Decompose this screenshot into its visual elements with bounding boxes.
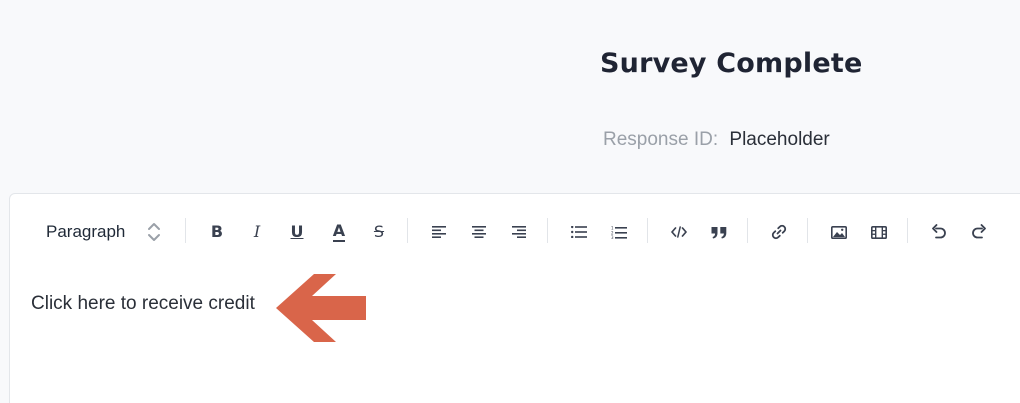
numbered-list-button[interactable]: 1 2 3 [603, 216, 635, 248]
toolbar-divider [747, 218, 748, 243]
block-format-label: Paragraph [46, 222, 126, 241]
strikethrough-button[interactable]: S [363, 216, 395, 248]
toolbar-divider [647, 218, 648, 243]
video-button[interactable] [863, 216, 895, 248]
editor-toolbar: Paragraph B I U A S 1 2 3 [10, 212, 1020, 252]
align-right-icon [512, 226, 526, 238]
link-icon [771, 224, 787, 240]
underline-button[interactable]: U [281, 216, 313, 248]
underline-icon: U [290, 222, 304, 241]
align-center-button[interactable] [463, 216, 495, 248]
blockquote-button[interactable] [703, 216, 735, 248]
bullet-list-button[interactable] [563, 216, 595, 248]
toolbar-divider [407, 218, 408, 243]
align-center-icon [472, 226, 486, 238]
page-header: Survey Complete Response ID: Placeholder [0, 0, 1020, 194]
redo-icon [972, 224, 986, 239]
text-color-icon: A [332, 220, 346, 242]
bold-button[interactable]: B [201, 216, 233, 248]
svg-text:3: 3 [611, 235, 614, 239]
toolbar-divider [185, 218, 186, 243]
film-icon [871, 225, 887, 239]
editor-content-text[interactable]: Click here to receive credit [31, 293, 255, 315]
block-format-select[interactable]: Paragraph [46, 218, 174, 246]
undo-icon [932, 224, 946, 239]
toolbar-divider [547, 218, 548, 243]
response-id-label: Response ID: [603, 129, 719, 150]
response-id-value: Placeholder [729, 129, 830, 150]
arrow-left-icon [276, 274, 366, 342]
align-left-icon [432, 226, 446, 238]
chevron-up-down-icon [148, 223, 160, 241]
image-icon [831, 225, 847, 239]
toolbar-divider [807, 218, 808, 243]
bullet-list-icon [571, 226, 587, 238]
image-button[interactable] [823, 216, 855, 248]
italic-button[interactable]: I [241, 216, 273, 248]
code-button[interactable] [663, 216, 695, 248]
code-icon [671, 226, 687, 238]
italic-icon: I [253, 222, 261, 241]
align-left-button[interactable] [423, 216, 455, 248]
toolbar-divider [907, 218, 908, 243]
text-color-button[interactable]: A [323, 216, 355, 248]
rich-text-editor[interactable]: Paragraph B I U A S 1 2 3 Click here to … [9, 193, 1020, 403]
response-id-row: Response ID: Placeholder [603, 129, 830, 151]
numbered-list-icon: 1 2 3 [611, 226, 627, 239]
page-title: Survey Complete [600, 48, 863, 79]
strikethrough-icon: S [373, 222, 385, 241]
link-button[interactable] [763, 216, 795, 248]
quote-icon [711, 226, 727, 238]
align-right-button[interactable] [503, 216, 535, 248]
redo-button[interactable] [963, 216, 995, 248]
undo-button[interactable] [923, 216, 955, 248]
bold-icon: B [210, 222, 224, 241]
